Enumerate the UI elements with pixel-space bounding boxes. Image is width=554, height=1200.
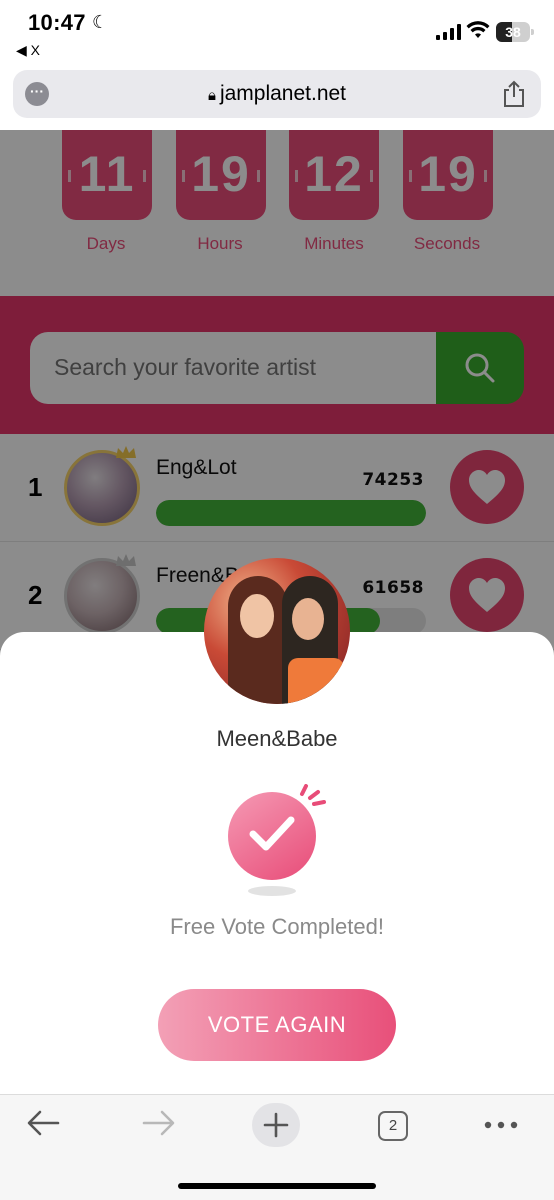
moon-icon: ☾ xyxy=(92,12,109,32)
success-illustration xyxy=(228,784,328,896)
forward-arrow-icon[interactable] xyxy=(142,1109,176,1137)
url-display[interactable]: 🔒︎ jamplanet.net xyxy=(13,82,541,106)
new-tab-button[interactable] xyxy=(252,1103,300,1147)
vote-again-button[interactable]: VOTE AGAIN xyxy=(158,989,396,1061)
share-icon[interactable] xyxy=(501,80,527,108)
sparkle-icon xyxy=(300,784,326,806)
wifi-icon xyxy=(466,21,490,38)
checkmark-icon xyxy=(249,816,295,851)
plus-icon xyxy=(263,1112,289,1138)
more-options-icon[interactable] xyxy=(484,1121,518,1129)
address-bar[interactable]: ··· 🔒︎ jamplanet.net xyxy=(13,70,541,118)
clock: 10:47 xyxy=(28,10,86,35)
lock-icon: 🔒︎ xyxy=(207,87,216,104)
artist-photo xyxy=(204,558,350,704)
url-text: jamplanet.net xyxy=(219,82,347,105)
browser-toolbar: 2 xyxy=(0,1094,554,1200)
status-bar: 10:47 ☾ ◀ X 38 xyxy=(0,0,554,64)
back-arrow-icon[interactable] xyxy=(26,1109,60,1137)
back-to-app-link[interactable]: ◀ X xyxy=(16,42,40,59)
checkmark-shadow xyxy=(248,886,296,896)
cellular-signal-icon xyxy=(436,24,461,40)
battery-percent: 38 xyxy=(505,24,521,40)
tabs-button[interactable]: 2 xyxy=(378,1111,408,1141)
battery-indicator: 38 xyxy=(496,22,534,42)
vote-status-message: Free Vote Completed! xyxy=(169,914,384,939)
home-indicator xyxy=(178,1183,376,1189)
artist-name-title: Meen&Babe xyxy=(216,726,338,751)
